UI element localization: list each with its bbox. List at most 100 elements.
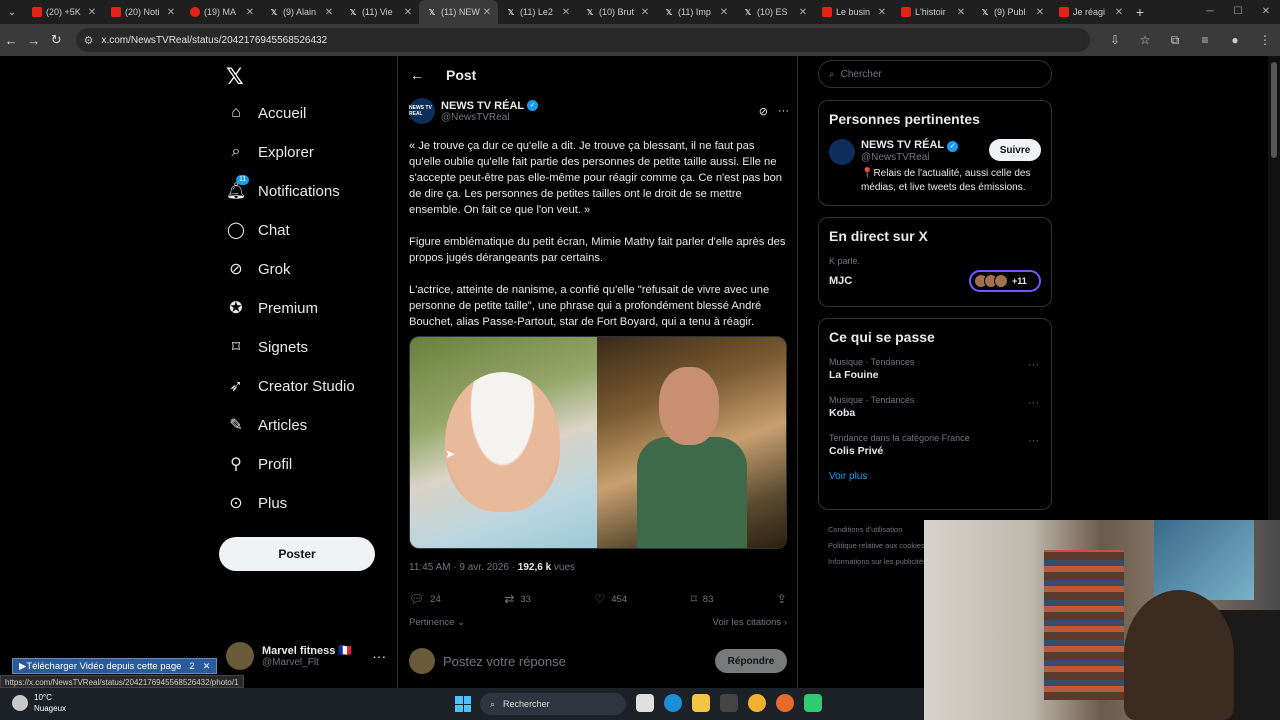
store-icon[interactable]: [720, 694, 738, 712]
extensions-icon[interactable]: ⧉: [1160, 33, 1190, 48]
post-time[interactable]: 11:45 AM · 9 avr. 2026 ·: [409, 562, 518, 573]
more-icon[interactable]: ···: [1028, 359, 1039, 371]
new-tab-button[interactable]: +: [1130, 4, 1150, 20]
weather-widget[interactable]: 10°C Nuageux: [12, 692, 66, 714]
footer-link[interactable]: Informations sur les publicités: [828, 554, 927, 570]
nav-item-premium[interactable]: ✪ Premium: [226, 295, 318, 321]
nav-item-notifications[interactable]: 🔔︎ 11 Notifications: [226, 175, 340, 204]
nav-item-chat[interactable]: ◯ Chat: [226, 217, 290, 243]
menu-icon[interactable]: ⋮: [1250, 33, 1280, 48]
browser-tab[interactable]: 𝕏 (10) Brut ✕: [577, 0, 656, 24]
scrollbar-thumb[interactable]: [1271, 62, 1277, 158]
repost-button[interactable]: ⇄ 33: [504, 592, 531, 606]
reload-icon[interactable]: ↻: [45, 32, 68, 48]
close-tab-icon[interactable]: ✕: [164, 7, 178, 18]
windows-start-icon[interactable]: [455, 696, 471, 712]
close-tab-icon[interactable]: ✕: [322, 7, 336, 18]
reply-input[interactable]: Postez votre réponse: [443, 654, 715, 669]
nav-item-plus[interactable]: ⊙ Plus: [226, 490, 287, 516]
browser-tab[interactable]: Le busin ✕: [814, 0, 893, 24]
close-tab-icon[interactable]: ✕: [480, 7, 494, 18]
more-icon[interactable]: ···: [778, 105, 789, 118]
close-tab-icon[interactable]: ✕: [638, 7, 652, 18]
bookmark-button[interactable]: ⌑ 83: [691, 592, 714, 606]
file-explorer-icon[interactable]: [692, 694, 710, 712]
nav-item-creator-studio[interactable]: ➶ Creator Studio: [226, 373, 354, 399]
nav-item-profil[interactable]: ⚲ Profil: [226, 451, 292, 477]
post-button[interactable]: Poster: [219, 537, 375, 571]
nav-item-signets[interactable]: ⌑ Signets: [226, 334, 308, 360]
nav-item-accueil[interactable]: ⌂ Accueil: [226, 100, 306, 126]
close-tab-icon[interactable]: ✕: [954, 7, 968, 18]
browser-tab[interactable]: (19) MA ✕: [182, 0, 261, 24]
share-button[interactable]: ⇪: [777, 592, 787, 606]
relevant-person[interactable]: NEWS TV RÉAL ✓ @NewsTVReal Suivre: [829, 139, 1041, 165]
maximize-button[interactable]: ☐: [1224, 0, 1252, 24]
photo-left[interactable]: ➤: [410, 337, 597, 548]
footer-link[interactable]: Politique relative aux cookies: [828, 538, 927, 554]
site-info-icon[interactable]: ⚙: [84, 34, 94, 47]
sort-dropdown[interactable]: Pertinence ⌄: [409, 617, 465, 628]
view-quotes-link[interactable]: Voir les citations ›: [713, 617, 787, 628]
firefox-icon[interactable]: [776, 694, 794, 712]
close-tab-icon[interactable]: ✕: [717, 7, 731, 18]
browser-tab[interactable]: (20) +5K ✕: [24, 0, 103, 24]
nav-item-explorer[interactable]: ⌕ Explorer: [226, 139, 314, 165]
browser-tab[interactable]: (20) Noti ✕: [103, 0, 182, 24]
author-name[interactable]: NEWS TV RÉAL: [441, 100, 524, 112]
task-view-icon[interactable]: [636, 694, 654, 712]
browser-tab[interactable]: 𝕏 (11) Vie ✕: [340, 0, 419, 24]
more-icon[interactable]: ···: [372, 648, 386, 664]
reply-submit-button[interactable]: Répondre: [715, 649, 787, 673]
author-avatar[interactable]: NEWS TV REAL: [409, 98, 435, 124]
browser-tab[interactable]: 𝕏 (9) Alain ✕: [261, 0, 340, 24]
like-button[interactable]: ♡ 454: [594, 592, 627, 606]
x-logo-icon[interactable]: 𝕏: [226, 64, 248, 89]
edge-icon[interactable]: [664, 694, 682, 712]
live-item[interactable]: MJC +11: [829, 270, 1041, 292]
search-input[interactable]: ⌕ Chercher: [818, 60, 1052, 88]
more-icon[interactable]: ···: [1028, 435, 1039, 447]
close-tab-icon[interactable]: ✕: [559, 7, 573, 18]
author-handle[interactable]: @NewsTVReal: [441, 112, 538, 123]
browser-tab[interactable]: 𝕏 (11) Imp ✕: [656, 0, 735, 24]
back-arrow-icon[interactable]: ←: [410, 67, 424, 83]
app-icon[interactable]: [804, 694, 822, 712]
profile-icon[interactable]: ●: [1220, 33, 1250, 48]
close-tab-icon[interactable]: ✕: [796, 7, 810, 18]
nav-item-grok[interactable]: ⊘ Grok: [226, 256, 290, 282]
close-icon[interactable]: ✕: [203, 661, 211, 672]
forward-icon[interactable]: →: [23, 33, 46, 48]
see-more-link[interactable]: Voir plus: [829, 471, 1041, 482]
browser-tab[interactable]: 𝕏 (10) ES ✕: [735, 0, 814, 24]
download-video-banner[interactable]: ▶ Télécharger Vidéo depuis cette page 2 …: [12, 658, 218, 674]
reply-button[interactable]: 💬︎ 24: [409, 592, 441, 606]
account-switcher[interactable]: Marvel fitness 🇫🇷 @Marvel_Flt ···: [226, 642, 386, 670]
more-icon[interactable]: ···: [1028, 397, 1039, 409]
browser-tab[interactable]: 𝕏 (9) Publ ✕: [972, 0, 1051, 24]
follow-button[interactable]: Suivre: [989, 139, 1041, 161]
bookmark-star-icon[interactable]: ☆: [1130, 33, 1160, 48]
trend-item[interactable]: Tendance dans la catégorie France Colis P…: [829, 433, 1041, 457]
browser-tab[interactable]: 𝕏 (11) Le2 ✕: [498, 0, 577, 24]
close-tab-icon[interactable]: ✕: [243, 7, 257, 18]
tab-search-button[interactable]: ⌄: [0, 0, 24, 24]
post-media[interactable]: ➤: [409, 336, 787, 549]
browser-tab[interactable]: Je réagi ✕: [1051, 0, 1130, 24]
back-icon[interactable]: ←: [0, 33, 23, 48]
photo-right[interactable]: [597, 337, 786, 548]
close-tab-icon[interactable]: ✕: [85, 7, 99, 18]
chrome-icon[interactable]: [748, 694, 766, 712]
trend-item[interactable]: Musique · Tendances Koba ···: [829, 395, 1041, 419]
close-window-button[interactable]: ✕: [1252, 0, 1280, 24]
install-icon[interactable]: ⇩: [1100, 33, 1130, 48]
close-tab-icon[interactable]: ✕: [1033, 7, 1047, 18]
close-tab-icon[interactable]: ✕: [1112, 7, 1126, 18]
footer-link[interactable]: Conditions d'utilisation: [828, 522, 927, 538]
taskbar-search[interactable]: ⌕ Rechercher: [480, 693, 626, 715]
url-field[interactable]: ⚙ x.com/NewsTVReal/status/20421769455685…: [75, 28, 1090, 52]
trend-item[interactable]: Musique · Tendances La Fouine ···: [829, 357, 1041, 381]
minimize-button[interactable]: ─: [1196, 0, 1224, 24]
grok-icon[interactable]: ⊘: [759, 105, 768, 118]
media-icon[interactable]: ≡: [1190, 33, 1220, 48]
